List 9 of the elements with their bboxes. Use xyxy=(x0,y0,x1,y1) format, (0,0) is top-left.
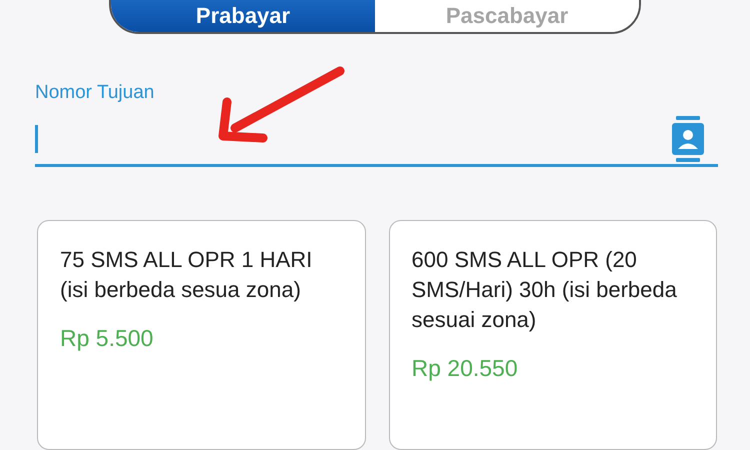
package-price: Rp 20.550 xyxy=(412,355,518,382)
package-name: 600 SMS ALL OPR (20 SMS/Hari) 30h (isi berbeda sesuai zona) xyxy=(412,246,678,334)
package-card[interactable]: 600 SMS ALL OPR (20 SMS/Hari) 30h (isi berbeda sesuai zona) Rp 20.550 xyxy=(388,220,717,450)
contact-book-icon[interactable] xyxy=(672,116,704,162)
tab[interactable]: Prabayar xyxy=(111,0,375,32)
package-price: Rp 5.500 xyxy=(60,325,154,352)
field-label: Nomor Tujuan xyxy=(35,82,154,104)
package-name: 75 SMS ALL OPR 1 HARI (isi berbeda sesua zona) xyxy=(60,246,314,304)
package-card[interactable]: 75 SMS ALL OPR 1 HARI (isi berbeda sesua zona) Rp 5.500 xyxy=(37,220,366,450)
